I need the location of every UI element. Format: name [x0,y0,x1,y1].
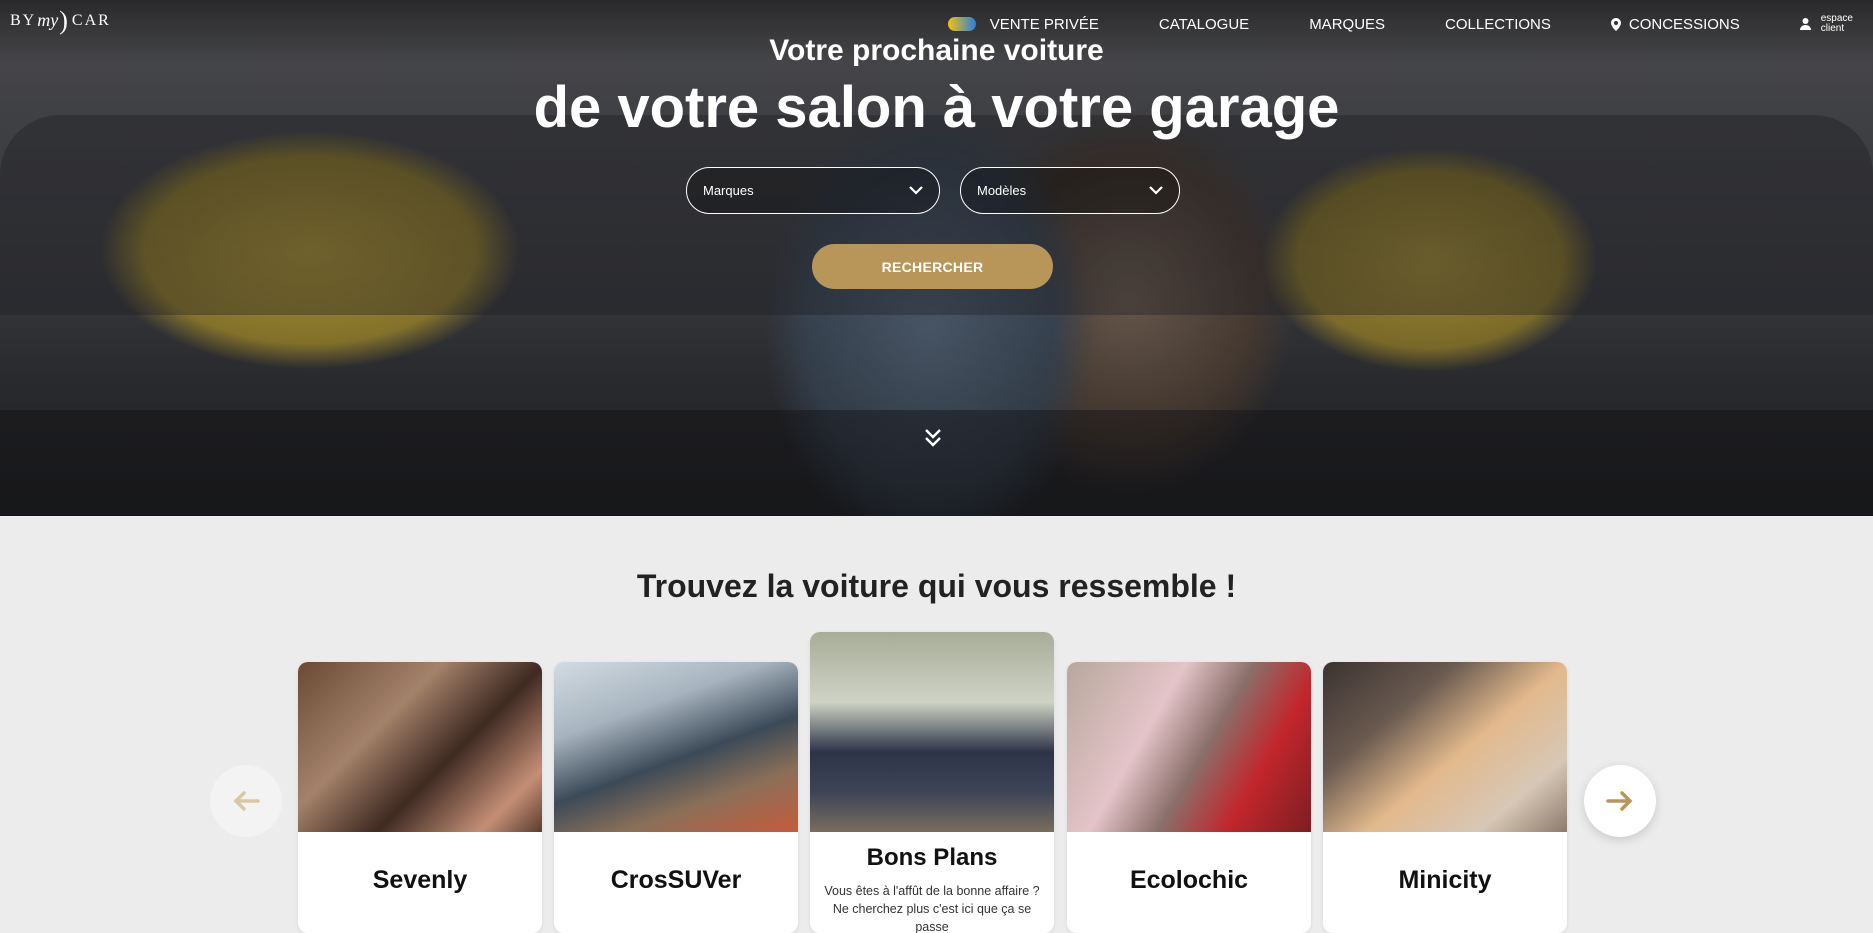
user-icon [1799,18,1811,30]
card-title: Ecolochic [1129,866,1249,894]
nav-catalogue-label: CATALOGUE [1158,15,1250,33]
collection-card-minicity[interactable]: Minicity [1323,662,1567,933]
brand-select-value: Marques [703,183,754,198]
nav-marques[interactable]: MARQUES [1309,16,1385,33]
arrow-right-icon [1606,791,1633,811]
chevron-down-icon [909,186,923,195]
card-photo [298,662,542,832]
logo-car: CAR [71,11,111,29]
logo-my: my [37,10,59,30]
collection-card-bons-plans[interactable]: Bons Plans Vous êtes à l'affût de la bon… [810,632,1054,933]
espace-client-line2: client [1820,23,1845,34]
nav-vente-privee-label: VENTE PRIVÉE [989,15,1099,33]
nav-catalogue[interactable]: CATALOGUE [1159,16,1249,33]
card-title: Bons Plans [866,844,998,871]
vente-privee-badge-icon [947,17,976,31]
collection-card-sevenly[interactable]: Sevenly [298,662,542,933]
brand-select[interactable]: Marques [686,167,940,214]
card-photo [554,662,798,832]
espace-client-label: espace client [1821,14,1853,34]
chevron-down-icon [1149,186,1163,195]
card-photo [810,632,1054,832]
carousel-prev-button[interactable] [210,765,282,837]
card-description: Vous êtes à l'affût de la bonne affaire … [824,884,1040,933]
card-title: CrosSUVer [610,866,742,894]
logo-by: BY [10,11,37,29]
card-photo [1323,662,1567,832]
nav-collections-label: COLLECTIONS [1445,15,1551,33]
card-photo [1067,662,1311,832]
model-select-value: Modèles [977,183,1027,198]
nav-vente-privee[interactable]: VENTE PRIVÉE [947,15,1099,33]
section-title: Trouvez la voiture qui vous ressemble ! [636,568,1237,604]
location-pin-icon [1610,17,1621,31]
carousel-next-button[interactable] [1584,765,1656,837]
hero-title: de votre salon à votre garage [533,75,1340,140]
bymycar-logo[interactable]: BY my ) CAR [10,5,111,35]
logo-paren: ) [59,5,70,35]
nav-concessions[interactable]: CONCESSIONS [1610,15,1740,33]
nav-concessions-label: CONCESSIONS [1628,15,1740,33]
espace-client-link[interactable]: espace client [1799,14,1853,34]
card-title: Sevenly [372,866,468,894]
collection-card-ecolochic[interactable]: Ecolochic [1067,662,1311,933]
nav-collections[interactable]: COLLECTIONS [1445,16,1551,33]
double-chevron-down-icon[interactable] [924,427,942,449]
nav-marques-label: MARQUES [1309,15,1386,33]
hero-subtitle: Votre prochaine voiture [769,34,1104,67]
collection-card-crossuver[interactable]: CrosSUVer [554,662,798,933]
search-button[interactable]: RECHERCHER [812,244,1053,289]
card-title: Minicity [1398,866,1492,894]
model-select[interactable]: Modèles [960,167,1180,214]
arrow-left-icon [233,791,260,811]
